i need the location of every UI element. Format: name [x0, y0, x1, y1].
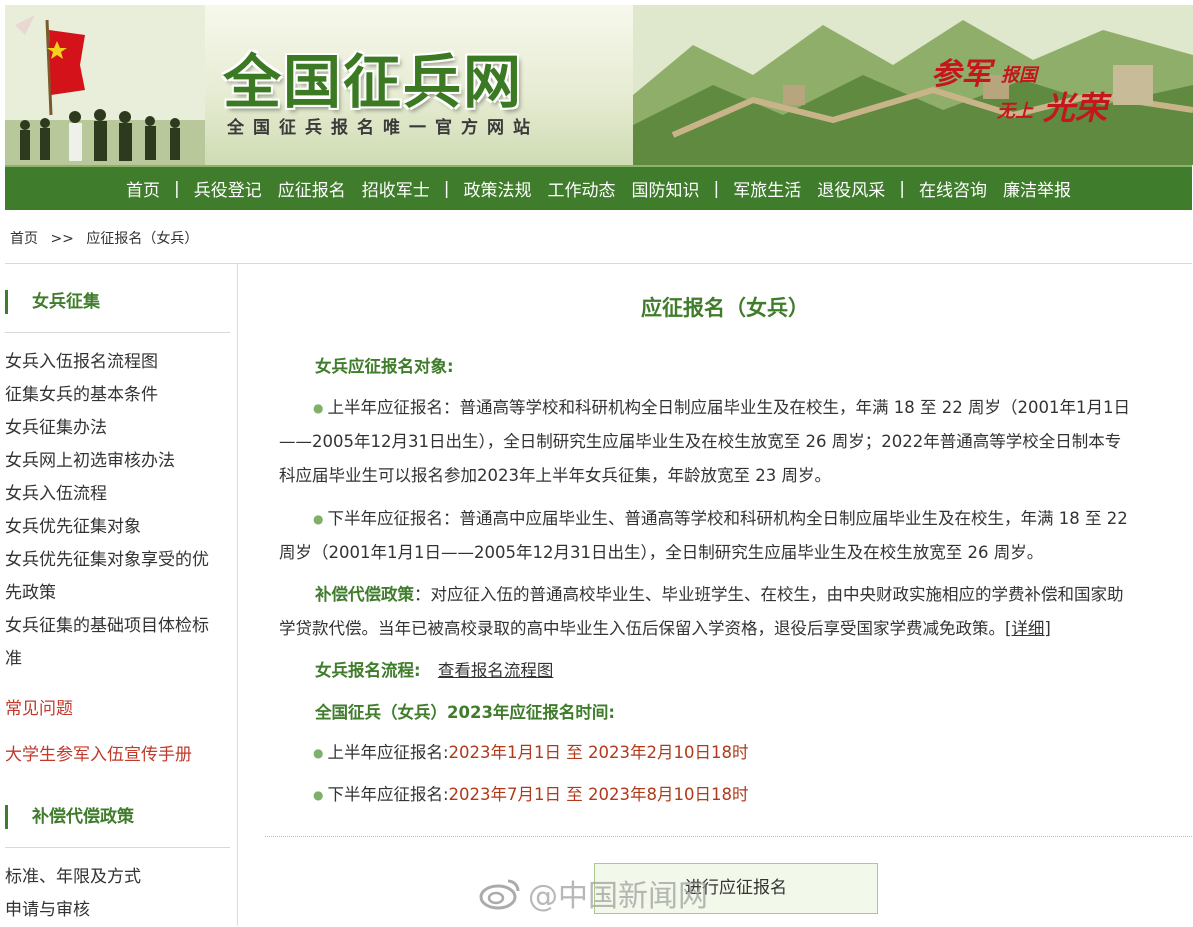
- bullet-icon: ●: [313, 401, 324, 415]
- sidebar-item-apply-review[interactable]: 申请与审核: [5, 894, 230, 927]
- sidebar-item-priority-policy-cont[interactable]: 先政策: [5, 577, 230, 610]
- first-half-line: ——2005年12月31日出生），全日制研究生应届毕业生及在校生放宽至 26 周…: [279, 432, 1122, 451]
- sidebar-item-online-review[interactable]: 女兵网上初选审核办法: [5, 445, 230, 478]
- time-title: 全国征兵（女兵）2023年应征报名时间:: [315, 703, 616, 722]
- nav-item-work-news[interactable]: 工作动态: [540, 176, 624, 201]
- bullet-icon: ●: [313, 788, 324, 802]
- time-label: 上半年应征报名:: [327, 743, 449, 762]
- process-label: 女兵报名流程:: [315, 661, 421, 680]
- motto-text: 无上: [997, 101, 1033, 122]
- bullet-icon: ●: [313, 746, 324, 760]
- nav-separator: |: [713, 178, 720, 199]
- sidebar-item-flowchart[interactable]: 女兵入伍报名流程图: [5, 346, 230, 379]
- time-label: 下半年应征报名:: [327, 785, 449, 804]
- page-title: 应征报名（女兵）: [641, 296, 809, 320]
- divider: [5, 332, 230, 333]
- nav-item-service-registration[interactable]: 兵役登记: [186, 176, 270, 201]
- target-label: 女兵应征报名对象:: [315, 357, 454, 376]
- divider: [5, 847, 230, 848]
- time-row-first-half: ● 上半年应征报名:2023年1月1日 至 2023年2月10日18时: [313, 736, 749, 770]
- sidebar-item-standards[interactable]: 标准、年限及方式: [5, 861, 230, 894]
- sidebar-item-recruit-method[interactable]: 女兵征集办法: [5, 412, 230, 445]
- sidebar-link-handbook[interactable]: 大学生参军入伍宣传手册: [5, 740, 192, 765]
- first-half-line: 科应届毕业生可以报名参加2023年上半年女兵征集，年龄放宽至 23 周岁。: [279, 466, 831, 485]
- motto-text: 参军: [931, 57, 991, 92]
- apply-button[interactable]: 进行应征报名: [594, 863, 878, 914]
- second-half-line: 下半年应征报名：普通高中应届毕业生、普通高等学校和科研机构全日制应届毕业生及在校…: [327, 509, 1128, 528]
- nav-item-veterans[interactable]: 退役风采: [809, 176, 893, 201]
- nav-item-enlistment-application[interactable]: 应征报名: [270, 176, 354, 201]
- sidebar-item-enlist-process[interactable]: 女兵入伍流程: [5, 478, 230, 511]
- time-value: 2023年1月1日 至 2023年2月10日18时: [448, 743, 749, 762]
- flowchart-link[interactable]: 查看报名流程图: [438, 661, 554, 680]
- sidebar-item-medical-standard-cont[interactable]: 准: [5, 643, 230, 676]
- motto-text: 光荣: [1043, 89, 1108, 127]
- site-logo[interactable]: 全国征兵网: [223, 35, 523, 119]
- breadcrumb-home[interactable]: 首页: [10, 231, 38, 247]
- nav-item-defense-knowledge[interactable]: 国防知识: [624, 176, 708, 201]
- nav-item-home[interactable]: 首页: [118, 176, 168, 201]
- motto-calligraphy: 参军 报国 无上 光荣: [925, 45, 1115, 135]
- second-half-paragraph: ● 下半年应征报名：普通高中应届毕业生、普通高等学校和科研机构全日制应届毕业生及在…: [313, 502, 1128, 536]
- motto-text: 报国: [1001, 65, 1037, 86]
- first-half-paragraph: ● 上半年应征报名：普通高等学校和科研机构全日制应届毕业生及在校生，年满 18 至…: [313, 391, 1130, 425]
- sidebar-item-priority-targets[interactable]: 女兵优先征集对象: [5, 511, 230, 544]
- sidebar-section-title: 女兵征集: [5, 290, 230, 314]
- bullet-icon: ●: [313, 512, 324, 526]
- sidebar-link-faq[interactable]: 常见问题: [5, 694, 73, 719]
- sidebar-item-medical-standard[interactable]: 女兵征集的基础项目体检标: [5, 610, 230, 643]
- site-slogan: 全国征兵报名唯一官方网站: [227, 118, 539, 138]
- process-row: 女兵报名流程: 查看报名流程图: [315, 654, 553, 687]
- breadcrumb-current: 应征报名（女兵）: [86, 231, 199, 247]
- nav-item-nco-recruitment[interactable]: 招收军士: [354, 176, 438, 201]
- sidebar-section-title: 补偿代偿政策: [5, 805, 230, 829]
- time-row-second-half: ● 下半年应征报名:2023年7月1日 至 2023年8月10日18时: [313, 778, 749, 812]
- nav-item-military-life[interactable]: 军旅生活: [725, 176, 809, 201]
- breadcrumb: 首页 >> 应征报名（女兵）: [10, 228, 206, 248]
- sidebar-item-basic-conditions[interactable]: 征集女兵的基本条件: [5, 379, 230, 412]
- nav-separator: |: [443, 178, 450, 199]
- comp-line-2: 学贷款代偿。当年已被高校录取的高中毕业生入伍后保留入学资格，退役后享受国家学费减…: [279, 612, 1051, 645]
- nav-separator: |: [899, 178, 905, 199]
- second-half-line: 周岁（2001年1月1日——2005年12月31日出生），全日制研究生应届毕业生…: [279, 543, 1044, 562]
- nav-item-online-consult[interactable]: 在线咨询: [911, 176, 995, 201]
- comp-line: ：对应征入伍的普通高校毕业生、毕业班学生、在校生，由中央财政实施相应的学费补偿和…: [414, 585, 1124, 604]
- main-nav: 首页 | 兵役登记 应征报名 招收军士 | 政策法规 工作动态 国防知识 | 军…: [5, 165, 1192, 210]
- divider: [265, 836, 1192, 837]
- comp-line: 学贷款代偿。当年已被高校录取的高中毕业生入伍后保留入学资格，退役后享受国家学费减…: [279, 619, 1005, 638]
- first-half-line: 上半年应征报名：普通高等学校和科研机构全日制应届毕业生及在校生，年满 18 至 …: [327, 398, 1130, 417]
- time-value: 2023年7月1日 至 2023年8月10日18时: [448, 785, 749, 804]
- flag-guard-illustration: [5, 5, 205, 165]
- sidebar: 女兵征集 女兵入伍报名流程图 征集女兵的基本条件 女兵征集办法 女兵网上初选审核…: [0, 264, 238, 926]
- nav-item-policies[interactable]: 政策法规: [456, 176, 540, 201]
- nav-item-integrity-report[interactable]: 廉洁举报: [995, 176, 1079, 201]
- nav-separator: |: [174, 178, 180, 199]
- main-content: 应征报名（女兵） 女兵应征报名对象: ● 上半年应征报名：普通高等学校和科研机构全…: [265, 264, 1193, 926]
- breadcrumb-arrow: >>: [50, 231, 74, 247]
- detail-link[interactable]: [详细]: [1005, 619, 1051, 638]
- site-banner: 全国征兵网 全国征兵报名唯一官方网站 参军 报国 无上 光荣: [5, 5, 1193, 165]
- comp-paragraph: 补偿代偿政策：对应征入伍的普通高校毕业生、毕业班学生、在校生，由中央财政实施相应…: [315, 578, 1124, 611]
- comp-label: 补偿代偿政策: [315, 585, 414, 604]
- sidebar-item-priority-policy[interactable]: 女兵优先征集对象享受的优: [5, 544, 230, 577]
